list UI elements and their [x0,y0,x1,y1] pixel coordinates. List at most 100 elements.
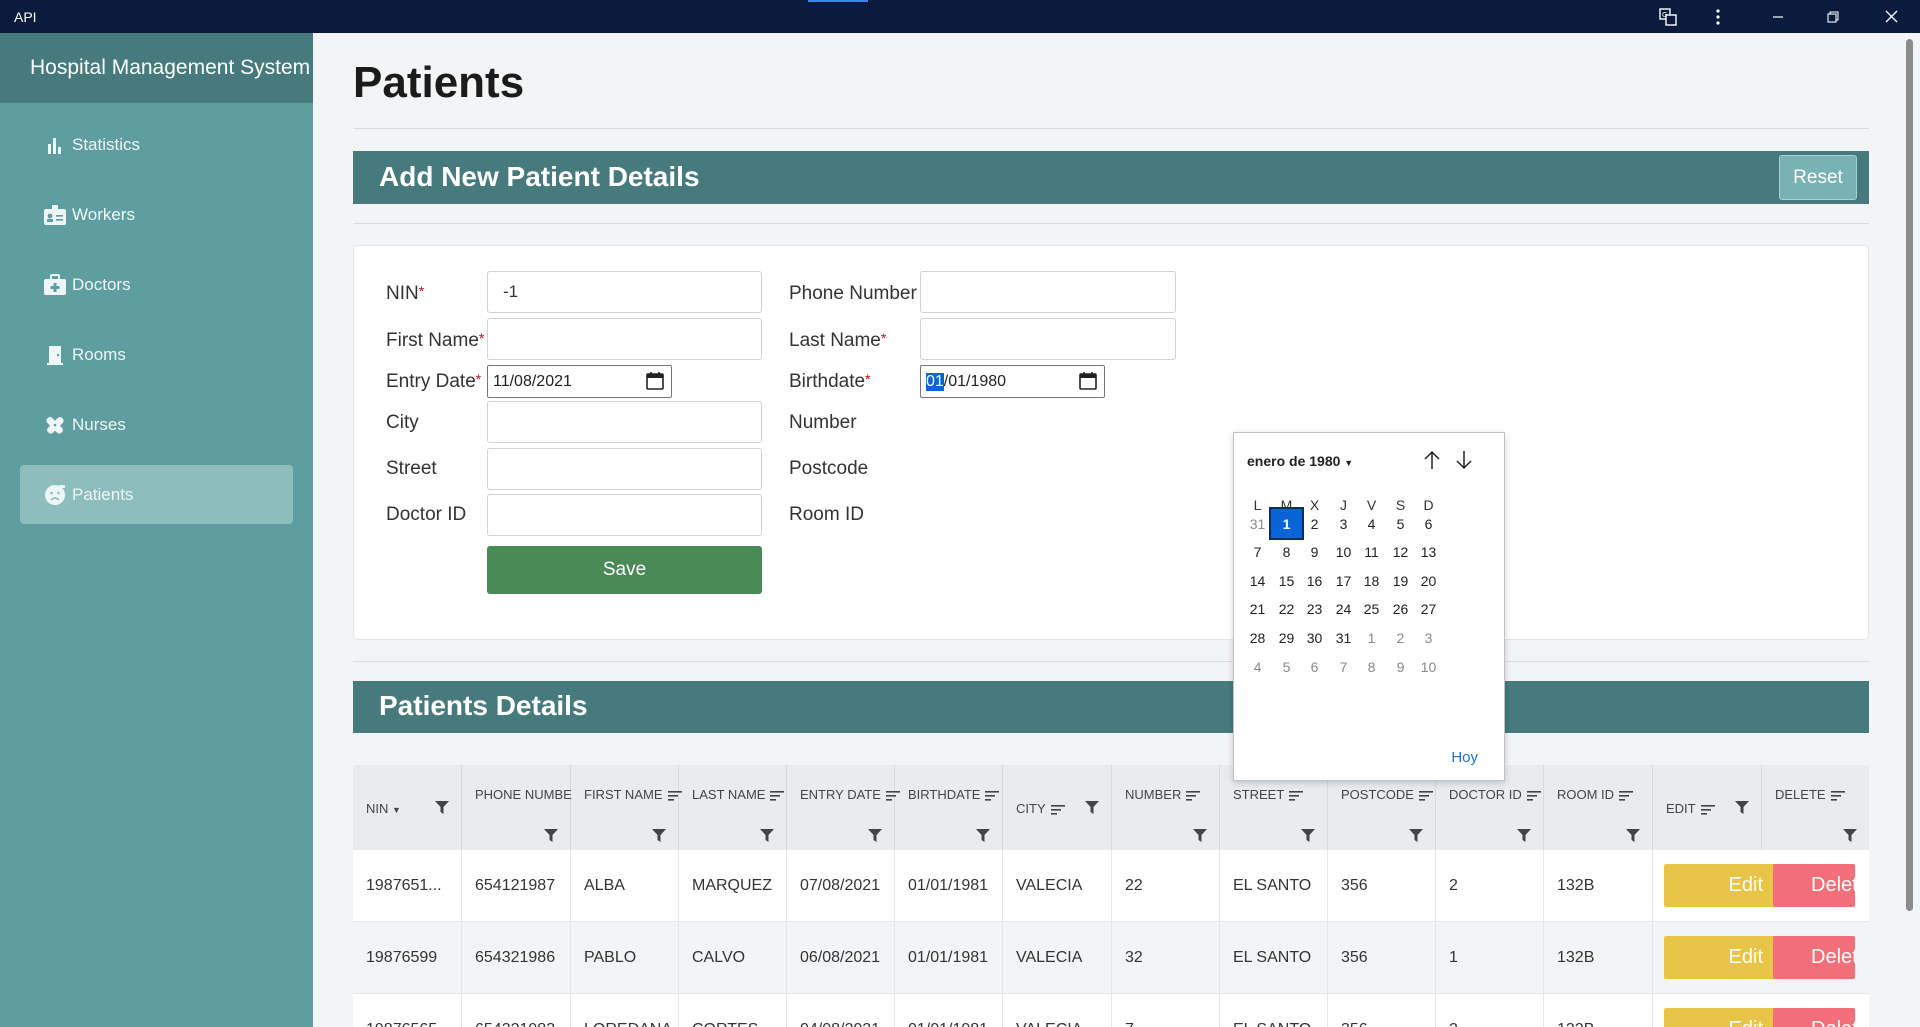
cell-city: VALECIA [1003,994,1112,1027]
filter-icon[interactable] [652,829,666,842]
cell-entry-date: 06/08/2021 [787,922,895,994]
column-header-number[interactable]: NUMBER [1112,765,1220,850]
cell-last-name: CORTES [679,994,787,1027]
cell-doctor-id: 2 [1436,994,1544,1027]
bar-chart-icon [42,133,68,157]
month-year-selector[interactable]: enero de 1980 ▼ [1247,453,1353,469]
entry-date-input[interactable]: 11/08/2021 [487,365,672,398]
doctor-id-input[interactable] [487,494,762,536]
filter-icon[interactable] [1193,829,1207,842]
edit-button[interactable]: Edit [1664,1008,1777,1027]
close-icon[interactable] [1868,0,1914,33]
street-input[interactable] [487,448,762,490]
patients-details-title: Patients Details [379,690,588,721]
birthdate-input[interactable]: 01/01/1980 [920,365,1105,398]
column-header-last-name[interactable]: LAST NAME [679,765,787,850]
column-header-birthdate[interactable]: BIRTHDATE [895,765,1003,850]
restore-icon[interactable] [1810,0,1856,33]
birthdate-label: Birthdate* [789,371,871,392]
cell-first-name: ALBA [571,850,679,922]
edit-button[interactable]: Edit [1664,864,1777,907]
filter-icon[interactable] [1409,829,1423,842]
calendar-icon[interactable] [645,371,665,391]
next-month-icon[interactable] [1452,447,1476,473]
column-header-room-id[interactable]: ROOM ID [1544,765,1653,850]
sidebar-item-statistics[interactable]: Statistics [20,115,293,174]
previous-month-icon[interactable] [1420,447,1444,473]
column-header-phone[interactable]: PHONE NUMBE [462,765,572,850]
cell-room-id: 132B [1544,994,1653,1027]
sort-icon [1526,790,1541,801]
scrollbar-thumb[interactable] [1906,39,1913,911]
column-header-first-name[interactable]: FIRST NAME [571,765,682,850]
entry-date-label: Entry Date* [386,371,482,392]
today-button[interactable]: Hoy [1451,749,1478,766]
filter-icon[interactable] [760,829,774,842]
sidebar-item-rooms[interactable]: Rooms [20,325,293,384]
filter-icon[interactable] [435,801,449,814]
birthdate-day-segment[interactable]: 01 [926,372,944,391]
date-picker-popup: enero de 1980 ▼ L M X J V S D 31 1 2 3 4 5 6 7 8 9 10 11 12… [1233,432,1505,781]
main-content: Patients Add New Patient Details Reset N… [313,33,1899,1027]
filter-icon[interactable] [1085,801,1099,814]
filter-icon[interactable] [1735,801,1749,814]
column-header-entry-date[interactable]: ENTRY DATE [787,765,900,850]
table-header: NIN ▼ PHONE NUMBE FIRST NAME LAST NAME E… [353,765,1869,850]
divider [353,128,1869,129]
last-name-input[interactable] [920,318,1176,360]
column-header-delete[interactable]: DELETE [1762,765,1869,850]
cell-nin: 1987651... [353,850,462,922]
reset-button[interactable]: Reset [1779,155,1857,200]
cell-birthdate: 01/01/1981 [895,850,1003,922]
delete-button[interactable]: Delet [1773,936,1855,979]
cell-doctor-id: 2 [1436,850,1544,922]
sidebar-item-nurses[interactable]: Nurses [20,395,293,454]
filter-icon[interactable] [1517,829,1531,842]
filter-icon[interactable] [868,829,882,842]
sidebar-item-label: Doctors [72,274,131,294]
column-header-city[interactable]: CITY [1003,765,1112,850]
cell-room-id: 132B [1544,850,1653,922]
filter-icon[interactable] [1301,829,1315,842]
column-header-nin[interactable]: NIN ▼ [353,765,462,850]
sidebar-item-doctors[interactable]: Doctors [20,255,293,314]
phone-number-input[interactable] [920,271,1176,313]
cell-birthdate: 01/01/1981 [895,922,1003,994]
sidebar-item-label: Nurses [72,414,126,434]
window-title-bar: API G [0,0,1920,33]
nin-input[interactable]: -1 [487,271,762,313]
city-input[interactable] [487,401,762,443]
filter-icon[interactable] [1843,829,1857,842]
filter-icon[interactable] [544,829,558,842]
city-label: City [386,412,419,433]
calendar-icon[interactable] [1078,371,1098,391]
active-tab-indicator [808,0,868,2]
calendar-day[interactable]: 10 [1411,650,1446,683]
filter-icon[interactable] [1626,829,1640,842]
delete-button[interactable]: Delet [1773,864,1855,907]
sort-icon [985,790,1000,801]
table-row: 19876599 654321986 PABLO CALVO 06/08/202… [353,922,1869,994]
vertical-scrollbar[interactable] [1899,33,1920,1027]
svg-text:G: G [1662,11,1667,19]
edit-button[interactable]: Edit [1664,936,1777,979]
cell-birthdate: 01/01/1981 [895,994,1003,1027]
room-id-label: Room ID [789,504,864,525]
sidebar-item-patients[interactable]: Patients [20,465,293,524]
more-options-icon[interactable] [1695,0,1741,33]
first-name-input[interactable] [487,318,762,360]
translate-icon[interactable]: G [1645,0,1691,33]
sidebar-item-workers[interactable]: Workers [20,185,293,244]
medical-kit-icon [42,273,68,297]
page-title: Patients [353,58,525,107]
save-button[interactable]: Save [487,546,762,594]
minimize-icon[interactable] [1755,0,1801,33]
cell-street: EL SANTO [1220,922,1328,994]
window-title: API [14,9,37,25]
column-header-edit[interactable]: EDIT [1653,765,1762,850]
filter-icon[interactable] [976,829,990,842]
delete-button[interactable]: Delet [1773,1008,1855,1027]
sort-icon [1289,790,1304,801]
id-badge-icon [42,203,68,227]
cell-phone: 654321983 [462,994,571,1027]
